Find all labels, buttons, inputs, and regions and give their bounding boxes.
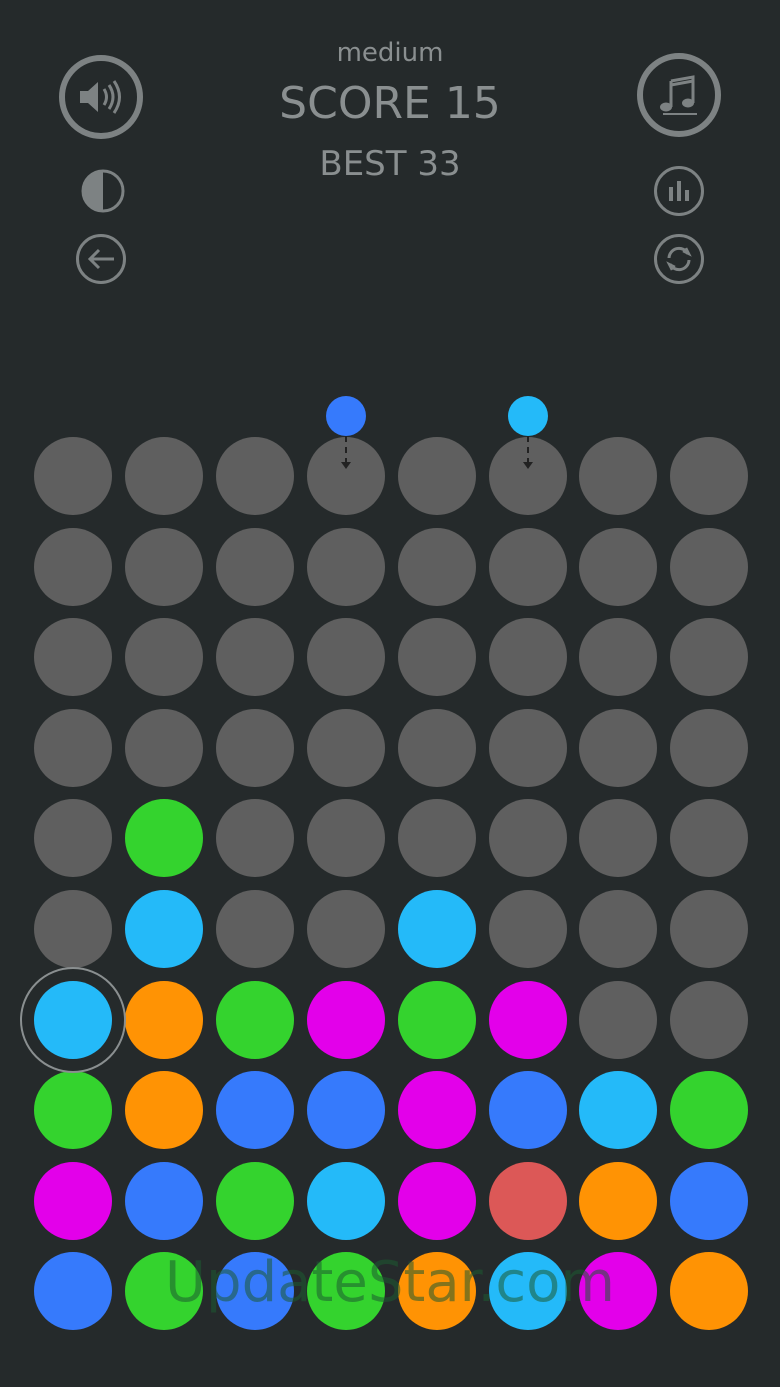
empty-cell[interactable] — [579, 890, 658, 968]
ball-magenta[interactable] — [34, 1161, 112, 1240]
empty-cell[interactable] — [397, 708, 476, 787]
drop-arrow-head — [340, 462, 351, 469]
empty-cell[interactable] — [215, 890, 294, 968]
empty-cell[interactable] — [579, 708, 658, 787]
empty-cell[interactable] — [670, 980, 749, 1059]
ball-magenta[interactable] — [488, 980, 567, 1059]
empty-cell[interactable] — [215, 708, 294, 787]
ball-orange[interactable] — [124, 1071, 203, 1150]
ball-green[interactable] — [124, 1252, 203, 1331]
empty-cell[interactable] — [579, 437, 658, 515]
empty-cell[interactable] — [215, 527, 294, 606]
ball-blue[interactable] — [215, 1071, 294, 1150]
ball-magenta[interactable] — [579, 1252, 658, 1331]
ball-green[interactable] — [397, 980, 476, 1059]
empty-cell[interactable] — [397, 618, 476, 697]
empty-cell[interactable] — [34, 708, 112, 787]
empty-cell[interactable] — [34, 527, 112, 606]
ball-cyan[interactable] — [579, 1071, 658, 1150]
ball-cyan[interactable] — [488, 1252, 567, 1331]
ball-magenta[interactable] — [397, 1071, 476, 1150]
empty-cell[interactable] — [124, 618, 203, 697]
ball-cyan[interactable] — [397, 890, 476, 968]
empty-cell[interactable] — [579, 527, 658, 606]
empty-cell[interactable] — [34, 618, 112, 697]
empty-cell[interactable] — [670, 708, 749, 787]
empty-cell[interactable] — [579, 980, 658, 1059]
empty-cell[interactable] — [124, 708, 203, 787]
ball-red[interactable] — [488, 1161, 567, 1240]
empty-cell[interactable] — [306, 527, 385, 606]
empty-cell[interactable] — [34, 437, 112, 515]
empty-cell[interactable] — [670, 437, 749, 515]
empty-cell[interactable] — [397, 437, 476, 515]
empty-cell[interactable] — [488, 527, 567, 606]
game-board — [0, 0, 780, 1387]
empty-cell[interactable] — [397, 527, 476, 606]
empty-cell[interactable] — [34, 799, 112, 878]
ball-blue[interactable] — [124, 1161, 203, 1240]
ball-orange[interactable] — [579, 1161, 658, 1240]
selection-ring — [20, 966, 126, 1073]
ball-cyan[interactable] — [306, 1161, 385, 1240]
empty-cell[interactable] — [488, 708, 567, 787]
empty-cell[interactable] — [34, 890, 112, 968]
ball-blue[interactable] — [488, 1071, 567, 1150]
incoming-ball-blue — [325, 396, 366, 436]
empty-cell[interactable] — [306, 890, 385, 968]
ball-magenta[interactable] — [397, 1161, 476, 1240]
ball-green[interactable] — [215, 980, 294, 1059]
drop-arrow — [344, 436, 349, 464]
incoming-ball-cyan — [507, 396, 548, 436]
empty-cell[interactable] — [488, 618, 567, 697]
empty-cell[interactable] — [670, 618, 749, 697]
empty-cell[interactable] — [670, 799, 749, 878]
empty-cell[interactable] — [306, 799, 385, 878]
ball-orange[interactable] — [124, 980, 203, 1059]
empty-cell[interactable] — [215, 618, 294, 697]
ball-blue[interactable] — [670, 1161, 749, 1240]
ball-green[interactable] — [670, 1071, 749, 1150]
empty-cell[interactable] — [579, 618, 658, 697]
ball-orange[interactable] — [397, 1252, 476, 1331]
empty-cell[interactable] — [670, 890, 749, 968]
empty-cell[interactable] — [670, 527, 749, 606]
drop-arrow-head — [522, 462, 533, 469]
ball-green[interactable] — [34, 1071, 112, 1150]
ball-blue[interactable] — [306, 1071, 385, 1150]
ball-green[interactable] — [215, 1161, 294, 1240]
empty-cell[interactable] — [306, 618, 385, 697]
empty-cell[interactable] — [488, 799, 567, 878]
empty-cell[interactable] — [488, 890, 567, 968]
ball-blue[interactable] — [34, 1252, 112, 1331]
drop-arrow — [526, 436, 531, 464]
ball-green[interactable] — [306, 1252, 385, 1331]
empty-cell[interactable] — [124, 527, 203, 606]
empty-cell[interactable] — [306, 708, 385, 787]
empty-cell[interactable] — [579, 799, 658, 878]
empty-cell[interactable] — [397, 799, 476, 878]
empty-cell[interactable] — [215, 799, 294, 878]
ball-orange[interactable] — [670, 1252, 749, 1331]
ball-magenta[interactable] — [306, 980, 385, 1059]
empty-cell[interactable] — [124, 437, 203, 515]
ball-green[interactable] — [124, 799, 203, 878]
empty-cell[interactable] — [215, 437, 294, 515]
ball-blue[interactable] — [215, 1252, 294, 1331]
ball-cyan[interactable] — [124, 890, 203, 968]
